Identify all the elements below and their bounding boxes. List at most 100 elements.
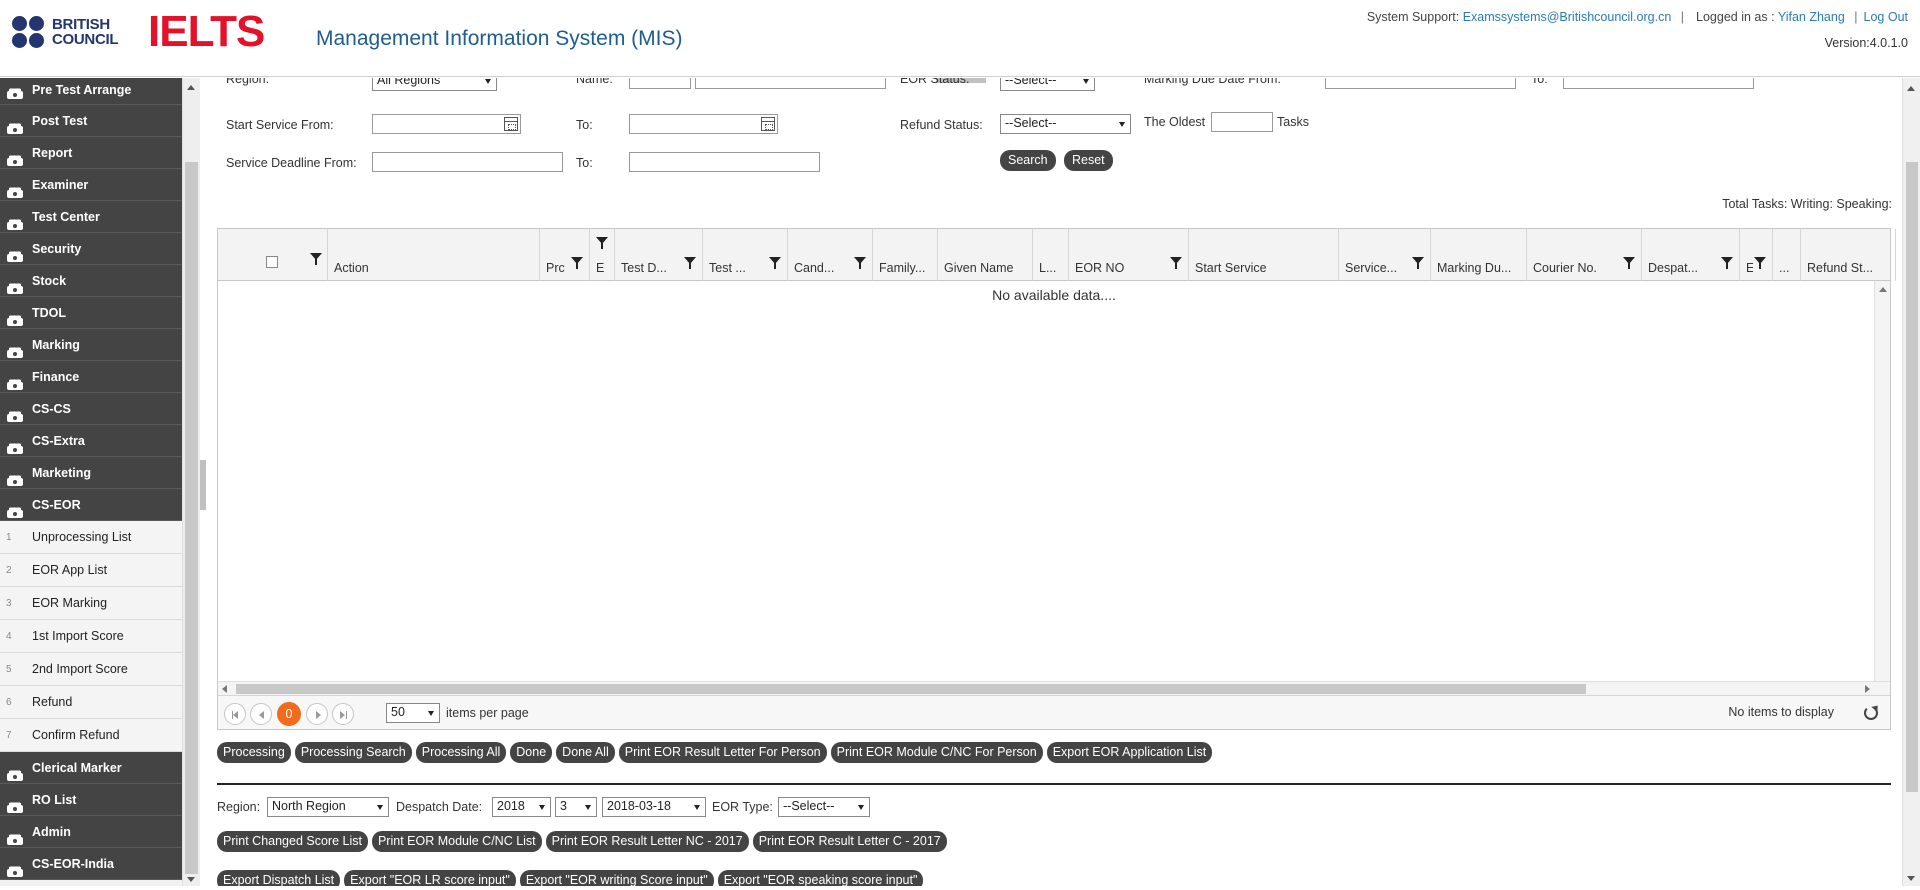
export-button[interactable]: Export "EOR LR score input": [344, 870, 516, 886]
page-size-select[interactable]: 50: [386, 703, 440, 723]
sidebar-item[interactable]: Stock: [0, 265, 182, 297]
sidebar-item[interactable]: Examiner: [0, 169, 182, 201]
next-page-button[interactable]: [306, 703, 328, 725]
prev-page-button[interactable]: [250, 703, 272, 725]
sidebar-item[interactable]: Post Test: [0, 105, 182, 137]
export-button[interactable]: Export Dispatch List: [217, 870, 341, 886]
refund-status-select[interactable]: --Select--: [1000, 114, 1131, 134]
sidebar-item[interactable]: Pre Test Arrange: [0, 78, 182, 105]
sidebar-item[interactable]: CS-EOR-India: [0, 848, 182, 880]
grid-column-header[interactable]: Test ...: [703, 229, 788, 281]
sidebar-subitem[interactable]: 5 2nd Import Score: [0, 653, 182, 686]
select-all-checkbox[interactable]: [266, 256, 278, 268]
sidebar-subitem[interactable]: 6 Refund: [0, 686, 182, 719]
eor-type-select[interactable]: --Select--: [778, 797, 870, 817]
marking-due-to-input[interactable]: [1563, 78, 1754, 89]
scroll-up-icon[interactable]: [187, 85, 195, 90]
scroll-up-icon[interactable]: [1907, 86, 1915, 91]
filter-icon[interactable]: [1623, 257, 1635, 269]
scroll-down-icon[interactable]: [1907, 876, 1915, 881]
action-button[interactable]: Processing Search: [294, 742, 412, 763]
name-last-input[interactable]: [695, 78, 886, 89]
select-all-column[interactable]: [218, 229, 328, 281]
sidebar-item[interactable]: Test Center: [0, 201, 182, 233]
grid-column-header[interactable]: Cand...: [788, 229, 873, 281]
grid-column-header[interactable]: Prc: [540, 229, 590, 281]
sidebar-subitem[interactable]: 4 1st Import Score: [0, 620, 182, 653]
print-button[interactable]: Print Changed Score List: [217, 831, 368, 852]
grid-column-header[interactable]: L...: [1033, 229, 1069, 281]
grid-column-header[interactable]: Start Service: [1189, 229, 1339, 281]
support-email-link[interactable]: Examssystems@Britishcouncil.org.cn: [1463, 10, 1672, 24]
logout-link[interactable]: Log Out: [1864, 10, 1908, 24]
reset-button[interactable]: Reset: [1064, 150, 1113, 171]
sidebar-scrollbar[interactable]: [182, 78, 200, 886]
service-deadline-to-input[interactable]: [629, 152, 820, 172]
grid-column-header[interactable]: Given Name: [938, 229, 1033, 281]
search-button[interactable]: Search: [1000, 150, 1056, 171]
action-button[interactable]: Processing: [217, 742, 291, 763]
sidebar-item[interactable]: Marking: [0, 329, 182, 361]
grid-column-header[interactable]: E: [590, 229, 615, 281]
sidebar-item[interactable]: Report: [0, 137, 182, 169]
main-scroll-thumb[interactable]: [1906, 162, 1918, 792]
sidebar-item[interactable]: Finance: [0, 361, 182, 393]
despatch-month-select[interactable]: 3: [555, 797, 597, 817]
region-select[interactable]: All Regions: [372, 78, 497, 91]
print-button[interactable]: Print EOR Result Letter C - 2017: [752, 831, 947, 852]
action-button[interactable]: Export EOR Application List: [1046, 742, 1213, 763]
filter-icon[interactable]: [684, 257, 696, 269]
eor-status-select[interactable]: --Select--: [1000, 78, 1095, 91]
name-first-input[interactable]: [629, 78, 691, 89]
last-page-button[interactable]: [332, 703, 354, 725]
sidebar-item[interactable]: TDOL: [0, 297, 182, 329]
grid-column-header[interactable]: Test D...: [615, 229, 703, 281]
filter-icon[interactable]: [854, 257, 866, 269]
grid-column-header[interactable]: Despat...: [1642, 229, 1740, 281]
grid-column-header[interactable]: EOR NO: [1069, 229, 1189, 281]
start-service-to-input[interactable]: [629, 114, 778, 134]
sidebar-subitem[interactable]: 7 Confirm Refund: [0, 719, 182, 752]
user-name-link[interactable]: Yifan Zhang: [1778, 10, 1845, 24]
grid-column-header[interactable]: Action: [328, 229, 540, 281]
sidebar-item[interactable]: Clerical Marker: [0, 752, 182, 784]
filter-icon[interactable]: [571, 257, 583, 269]
action-button[interactable]: Processing All: [415, 742, 507, 763]
grid-column-header[interactable]: EC: [1740, 229, 1773, 281]
sidebar-item[interactable]: CS-CS: [0, 393, 182, 425]
action-button[interactable]: Print EOR Result Letter For Person: [618, 742, 827, 763]
export-button[interactable]: Export "EOR speaking score input": [717, 870, 924, 886]
filter-icon[interactable]: [1170, 257, 1182, 269]
grid-horizontal-scrollbar[interactable]: [218, 681, 1890, 695]
filter-icon[interactable]: [596, 237, 608, 249]
filter-icon[interactable]: [769, 257, 781, 269]
filter-icon[interactable]: [310, 253, 322, 265]
action-button[interactable]: Done All: [556, 742, 615, 763]
marking-due-from-input[interactable]: [1325, 78, 1516, 89]
current-page[interactable]: 0: [277, 702, 301, 726]
first-page-button[interactable]: [224, 703, 246, 725]
grid-column-header[interactable]: Marking Du...: [1431, 229, 1527, 281]
refresh-icon[interactable]: [1864, 706, 1878, 720]
grid-column-header[interactable]: ...: [1773, 229, 1801, 281]
oldest-count-input[interactable]: [1211, 112, 1273, 132]
filter-icon[interactable]: [1754, 257, 1766, 269]
grid-hscroll-thumb[interactable]: [236, 684, 1586, 694]
grid-column-header[interactable]: Service...: [1339, 229, 1431, 281]
print-button[interactable]: Print EOR Result Letter NC - 2017: [545, 831, 749, 852]
dispatch-region-select[interactable]: North Region: [267, 797, 389, 817]
scroll-down-icon[interactable]: [187, 877, 195, 882]
calendar-icon[interactable]: [504, 117, 518, 131]
filter-icon[interactable]: [1412, 257, 1424, 269]
sidebar-subitem[interactable]: 3 EOR Marking: [0, 587, 182, 620]
calendar-icon[interactable]: [761, 117, 775, 131]
export-button[interactable]: Export "EOR writing Score input": [519, 870, 714, 886]
grid-column-header[interactable]: Family...: [873, 229, 938, 281]
main-scrollbar[interactable]: [1902, 78, 1920, 886]
grid-column-header[interactable]: Courier No.: [1527, 229, 1642, 281]
action-button[interactable]: Print EOR Module C/NC For Person: [830, 742, 1043, 763]
start-service-from-input[interactable]: [372, 114, 521, 134]
sidebar-scroll-thumb[interactable]: [185, 162, 198, 874]
grid-column-header[interactable]: Refund St...: [1801, 229, 1896, 281]
sidebar-subitem[interactable]: 2 EOR App List: [0, 554, 182, 587]
